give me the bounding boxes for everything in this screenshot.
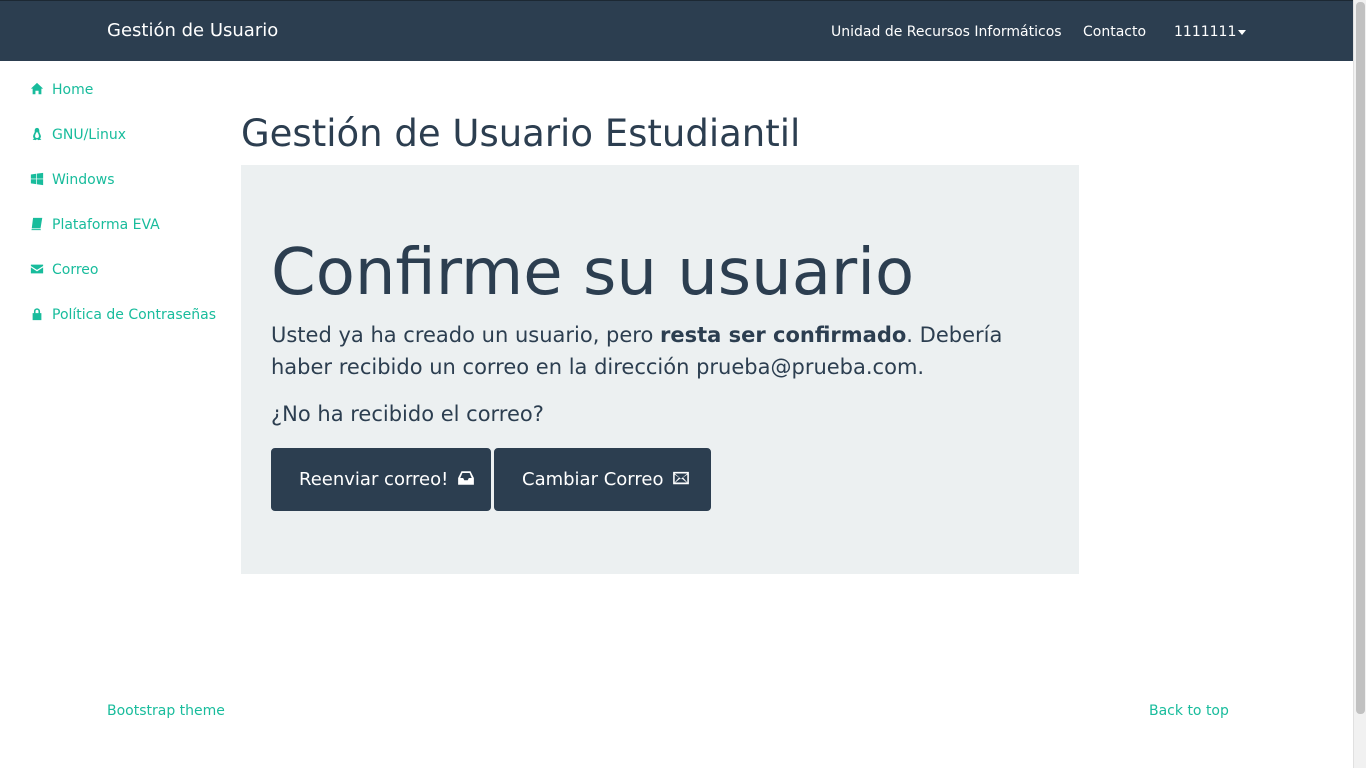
sidebar-item-label: GNU/Linux xyxy=(52,127,127,143)
sidebar-item-plataforma-eva[interactable]: Plataforma EVA xyxy=(30,215,220,238)
sidebar-item-label: Windows xyxy=(52,172,115,188)
scrollbar-thumb[interactable] xyxy=(1356,2,1365,714)
confirm-message-part: Usted ya ha creado un usuario, pero xyxy=(271,323,660,347)
change-email-button[interactable]: Cambiar Correo xyxy=(494,448,711,511)
sidebar-item-label: Política de Contraseñas xyxy=(52,307,217,323)
sidebar-item-home[interactable]: Home xyxy=(30,80,220,103)
windows-icon xyxy=(30,172,46,193)
vertical-scrollbar[interactable] xyxy=(1353,0,1366,768)
sidebar-item-label: Home xyxy=(52,82,94,98)
change-email-label: Cambiar Correo xyxy=(522,469,664,490)
user-dropdown[interactable]: 1111111 xyxy=(1174,23,1247,41)
navbar-brand[interactable]: Gestión de Usuario xyxy=(107,20,278,42)
nav-link-contacto[interactable]: Contacto xyxy=(1083,23,1146,41)
sidebar-item-gnu-linux[interactable]: GNU/Linux xyxy=(30,125,220,148)
caret-down-icon xyxy=(1238,29,1247,35)
sidebar-item-correo[interactable]: Correo xyxy=(30,260,220,283)
confirm-message: Usted ya ha creado un usuario, pero rest… xyxy=(271,319,1041,383)
nav-link-unidad[interactable]: Unidad de Recursos Informáticos xyxy=(831,23,1062,41)
confirm-heading: Confirme su usuario xyxy=(271,236,915,310)
sidebar-item-politica-contrasenas[interactable]: Política de Contraseñas xyxy=(30,305,220,328)
envelope-icon xyxy=(30,262,46,283)
confirm-message-bold: resta ser confirmado xyxy=(660,323,907,347)
linux-icon xyxy=(30,127,46,148)
page-title: Gestión de Usuario Estudiantil xyxy=(241,112,801,155)
sidebar-item-windows[interactable]: Windows xyxy=(30,170,220,193)
footer-bootstrap-theme-link[interactable]: Bootstrap theme xyxy=(107,701,225,721)
user-dropdown-label: 1111111 xyxy=(1174,24,1237,40)
sidebar-item-label: Correo xyxy=(52,262,99,278)
inbox-icon xyxy=(458,471,474,485)
back-to-top-link[interactable]: Back to top xyxy=(1149,701,1229,721)
page: Gestión de Usuario Unidad de Recursos In… xyxy=(0,0,1353,768)
sidebar-item-label: Plataforma EVA xyxy=(52,217,160,233)
lock-icon xyxy=(30,307,46,328)
not-received-question: ¿No ha recibido el correo? xyxy=(271,402,544,426)
confirm-user-panel: Confirme su usuario Usted ya ha creado u… xyxy=(241,165,1079,574)
home-icon xyxy=(30,82,46,103)
resend-email-label: Reenviar correo! xyxy=(299,469,449,490)
envelope-icon xyxy=(673,471,690,485)
resend-email-button[interactable]: Reenviar correo! xyxy=(271,448,491,511)
book-icon xyxy=(30,217,46,238)
sidebar: Home GNU/Linux Windows Plataforma EVA Co… xyxy=(30,80,220,350)
navbar: Gestión de Usuario Unidad de Recursos In… xyxy=(0,0,1353,61)
